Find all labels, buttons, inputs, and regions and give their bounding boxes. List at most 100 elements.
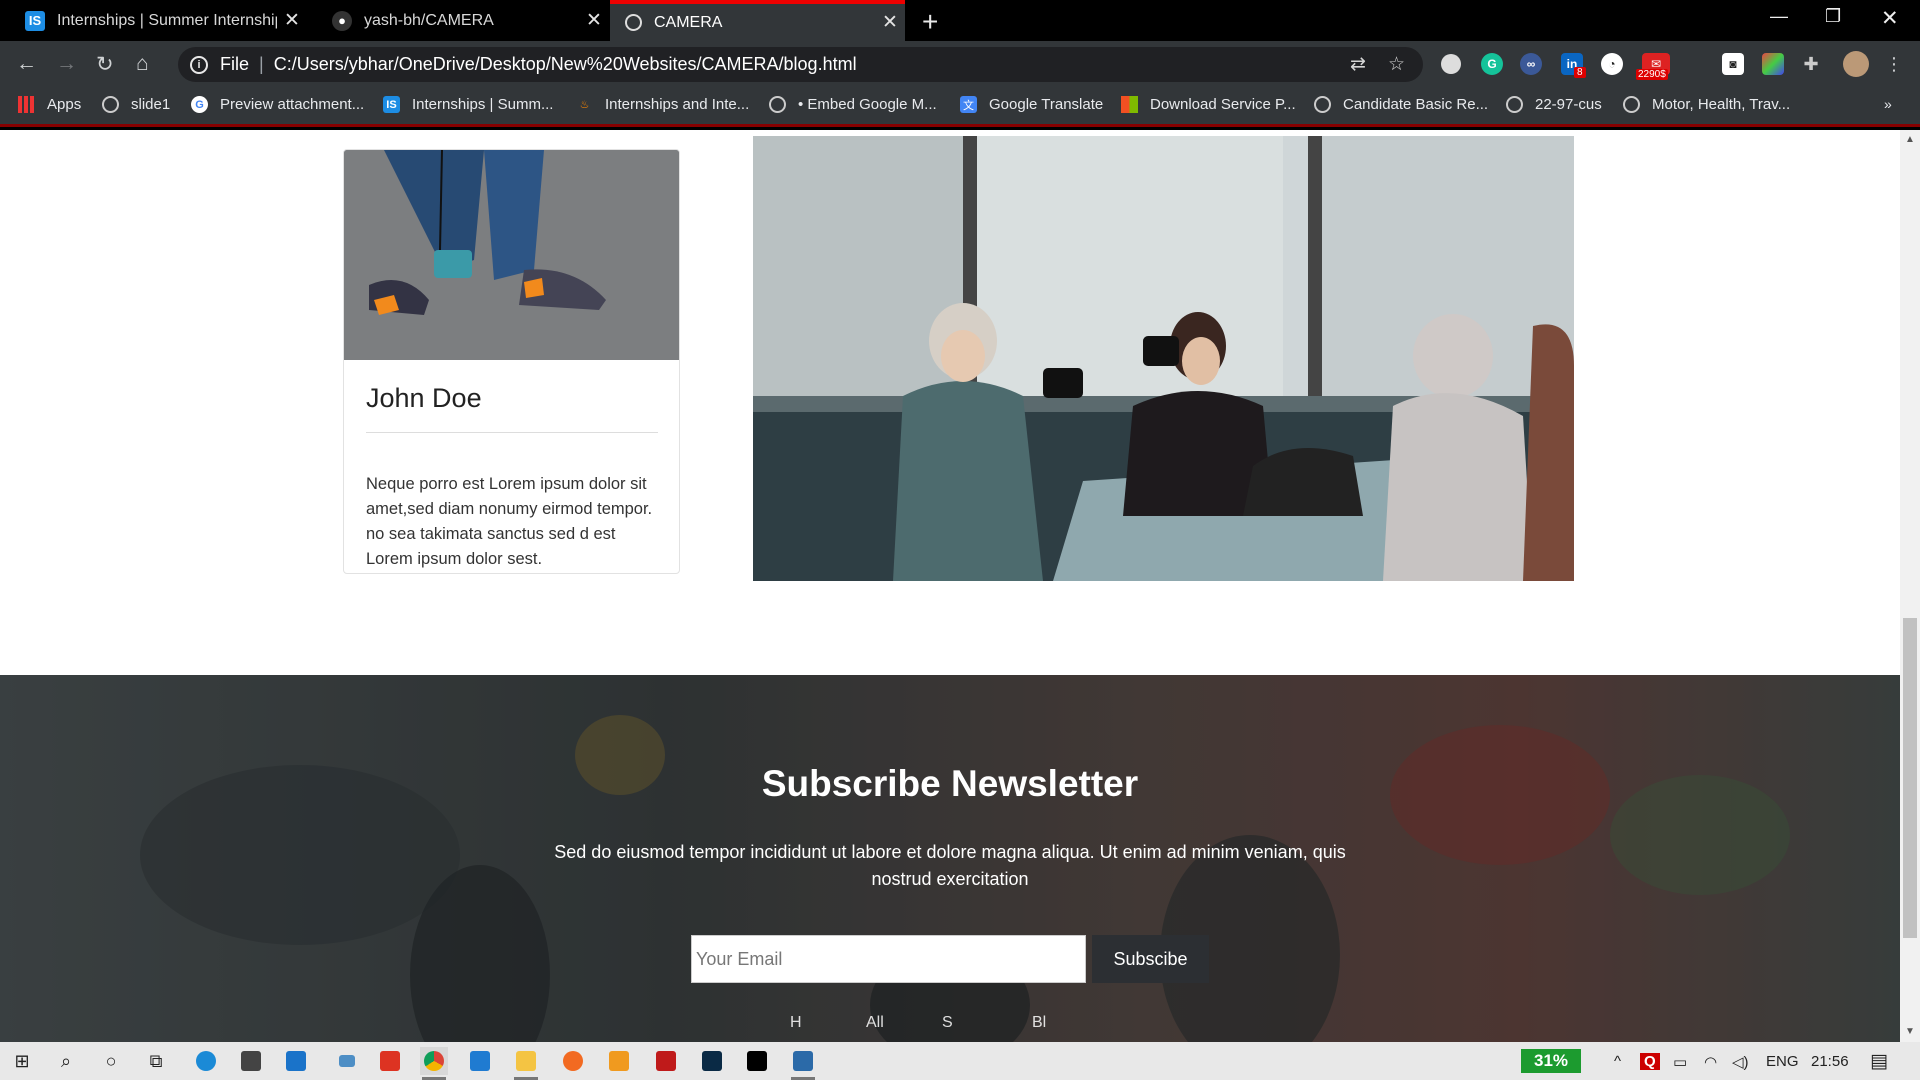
footer-link-home[interactable]: H (790, 1014, 802, 1032)
photoshop-icon[interactable] (698, 1047, 726, 1075)
netflix-icon[interactable] (743, 1047, 771, 1075)
address-bar[interactable]: i File | C:/Users/ybhar/OneDrive/Desktop… (178, 47, 1423, 82)
back-button[interactable]: ← (16, 52, 37, 76)
footer-link-about[interactable]: All (866, 1014, 884, 1032)
minimize-button[interactable]: — (1770, 6, 1788, 27)
bookmark-label: • Embed Google M... (798, 96, 937, 113)
grammarly-icon[interactable]: G (1481, 53, 1503, 75)
internshala-icon: IS (25, 10, 45, 31)
blog-card[interactable]: John Doe Neque porro est Lorem ipsum dol… (343, 149, 680, 574)
scrollbar-thumb[interactable] (1903, 618, 1917, 938)
extension-eyes-icon[interactable]: ∞ (1520, 53, 1542, 75)
search-icon[interactable]: ⌕ (52, 1047, 80, 1075)
newsletter-title: Subscribe Newsletter (761, 763, 1139, 804)
globe-icon (102, 96, 119, 113)
new-tab-button[interactable]: + (922, 6, 938, 38)
close-tab-icon[interactable]: ✕ (579, 9, 609, 32)
bookmark-embed-maps[interactable]: • Embed Google M... (769, 96, 937, 113)
mail-icon[interactable] (282, 1047, 310, 1075)
email-input[interactable] (691, 935, 1086, 983)
file-explorer-icon[interactable] (512, 1047, 540, 1080)
bookmark-candidate[interactable]: Candidate Basic Re... (1314, 96, 1488, 113)
extension-circle-icon[interactable] (1441, 54, 1461, 74)
close-tab-icon[interactable]: ✕ (277, 9, 307, 32)
translate-icon: 文 (960, 96, 977, 113)
bookmark-label: Internships and Inte... (605, 96, 750, 113)
reload-button[interactable]: ↻ (96, 52, 114, 77)
chrome-icon[interactable] (420, 1047, 448, 1080)
windows-start-icon[interactable]: ⊞ (8, 1047, 36, 1075)
tab-internships[interactable]: IS Internships | Summer Internship ✕ (0, 0, 307, 41)
internshala-icon: IS (383, 96, 400, 113)
close-window-button[interactable]: ✕ (1881, 6, 1899, 31)
colorful-extension-icon[interactable] (1762, 53, 1784, 75)
wifi-icon[interactable]: ◠ (1704, 1053, 1717, 1071)
tab-title: CAMERA (654, 13, 723, 31)
card-photo (344, 150, 679, 360)
newsletter-section: Subscribe Newsletter Sed do eiusmod temp… (0, 675, 1900, 1042)
tab-github[interactable]: ● yash-bh/CAMERA ✕ (307, 0, 609, 41)
mail-badge: 2290$ (1636, 69, 1668, 80)
cortana-icon[interactable]: ○ (97, 1047, 125, 1075)
home-button[interactable]: ⌂ (136, 52, 149, 76)
bookmark-internships-inte[interactable]: ♨ Internships and Inte... (576, 96, 750, 113)
card-excerpt: Neque porro est Lorem ipsum dolor sit am… (366, 475, 653, 568)
language-indicator[interactable]: ENG (1766, 1053, 1799, 1070)
speed-icon[interactable]: ◔ (1601, 53, 1623, 75)
address-separator: | (259, 54, 264, 74)
bookmarks-overflow-icon[interactable]: » (1884, 96, 1892, 112)
tab-title: Internships | Summer Internship (57, 11, 277, 29)
edge-icon[interactable] (192, 1047, 220, 1075)
translate-icon[interactable]: ⇄ (1350, 53, 1366, 76)
task-view-icon[interactable]: ⧉ (142, 1047, 170, 1075)
bookmark-internships[interactable]: IS Internships | Summ... (383, 96, 553, 113)
globe-icon (1314, 96, 1331, 113)
clock[interactable]: 21:56 (1811, 1053, 1849, 1070)
scroll-down-icon[interactable]: ▼ (1905, 1026, 1915, 1037)
profile-avatar[interactable] (1843, 51, 1869, 77)
firefox-icon[interactable] (559, 1047, 587, 1075)
battery-icon[interactable]: ▭ (1673, 1053, 1687, 1071)
bookmark-download-service[interactable]: Download Service P... (1121, 96, 1296, 113)
bookmark-label: Preview attachment... (220, 96, 365, 113)
newsletter-subtitle: Sed do eiusmod tempor incididunt ut labo… (554, 842, 1346, 889)
bookmark-label: Candidate Basic Re... (1343, 96, 1489, 113)
restore-button[interactable]: ❐ (1825, 6, 1841, 27)
store-icon[interactable] (237, 1047, 265, 1075)
photos-icon[interactable] (789, 1047, 817, 1080)
footer-link-blog[interactable]: Bl (1032, 1014, 1046, 1032)
bookmark-label: Apps (47, 96, 82, 113)
bookmark-slide1[interactable]: slide1 (102, 96, 170, 113)
menu-kebab-icon[interactable]: ⋮ (1885, 54, 1903, 75)
camera-extension-icon[interactable]: ◙ (1722, 53, 1744, 75)
show-hidden-icons[interactable]: ^ (1614, 1053, 1621, 1070)
filezilla-icon[interactable] (652, 1047, 680, 1075)
sublime-icon[interactable] (605, 1047, 633, 1075)
site-info-icon[interactable]: i (190, 55, 208, 74)
close-tab-icon[interactable]: ✕ (875, 11, 905, 34)
bookmark-preview[interactable]: G Preview attachment... (191, 96, 364, 113)
tray-app-icon[interactable]: Q (1640, 1053, 1660, 1070)
vscode-icon[interactable] (466, 1047, 494, 1075)
bookmark-star-icon[interactable]: ☆ (1388, 53, 1405, 76)
footer-link-services[interactable]: S (942, 1014, 953, 1032)
address-url[interactable]: C:/Users/ybhar/OneDrive/Desktop/New%20We… (274, 54, 857, 75)
app-red-icon[interactable] (376, 1047, 404, 1075)
page-scrollbar[interactable]: ▲ ▼ (1900, 130, 1920, 1042)
volume-icon[interactable]: ◁) (1732, 1053, 1749, 1071)
google-icon: G (191, 96, 208, 113)
fire-icon: ♨ (579, 99, 590, 111)
tab-camera[interactable]: CAMERA ✕ (610, 0, 905, 41)
app-icon[interactable] (333, 1047, 361, 1075)
extensions-puzzle-icon[interactable]: ✚ (1800, 53, 1822, 75)
bookmark-google-translate[interactable]: 文 Google Translate (960, 96, 1103, 113)
bookmark-motor-health[interactable]: Motor, Health, Trav... (1623, 96, 1790, 113)
globe-icon (769, 96, 786, 113)
scroll-up-icon[interactable]: ▲ (1905, 134, 1915, 145)
bookmark-apps[interactable]: Apps (18, 96, 81, 113)
bookmark-22-97-cus[interactable]: 22-97-cus (1506, 96, 1602, 113)
forward-button[interactable]: → (56, 52, 77, 76)
notifications-icon[interactable]: ▤ (1870, 1050, 1888, 1073)
cafe-photo (753, 136, 1574, 581)
subscribe-button[interactable]: Subscibe (1092, 935, 1209, 983)
